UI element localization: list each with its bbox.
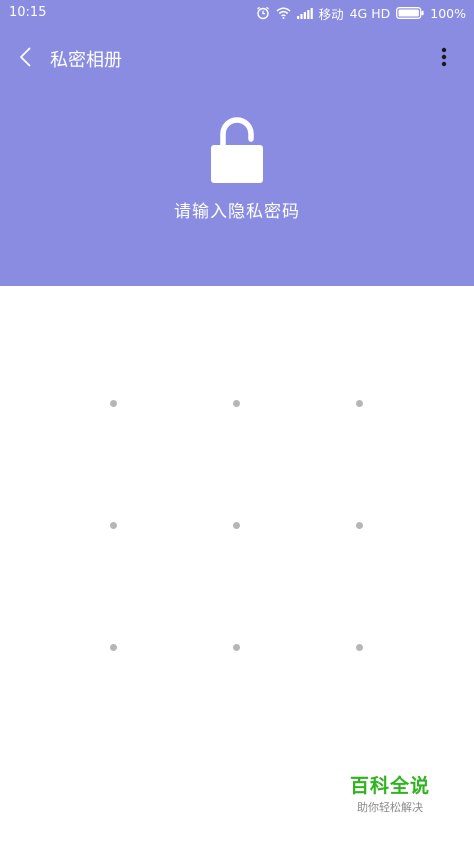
carrier-label: 移动 [318, 6, 344, 22]
pattern-dot-4[interactable] [109, 521, 117, 529]
chevron-left-icon [20, 47, 31, 67]
unlocked-padlock-icon [211, 117, 263, 187]
pattern-dot-7[interactable] [109, 643, 117, 651]
pattern-dot-3[interactable] [355, 399, 363, 407]
more-vertical-icon [441, 47, 447, 67]
pattern-dot-5[interactable] [232, 521, 240, 529]
pattern-dot-9[interactable] [355, 643, 363, 651]
status-icons: 移动 4G HD 100% [256, 4, 466, 22]
signal-icon [296, 7, 313, 19]
status-bar: 10:15 移动 4G HD 100% [0, 0, 474, 26]
network-label: 4G HD [349, 5, 391, 21]
header: 10:15 移动 4G HD 100% 私密相册 请输入隐私密码 [0, 0, 474, 286]
wifi-icon [276, 7, 291, 19]
watermark-subtitle: 助你轻松解决 [357, 801, 423, 814]
more-options-button[interactable] [434, 43, 454, 71]
app-bar: 私密相册 [0, 35, 474, 79]
password-prompt: 请输入隐私密码 [174, 202, 300, 222]
pattern-lock-grid[interactable] [0, 286, 474, 766]
status-time: 10:15 [9, 5, 47, 20]
pattern-dot-1[interactable] [109, 399, 117, 407]
pattern-dot-8[interactable] [232, 643, 240, 651]
watermark-title: 百科全说 [349, 775, 430, 797]
back-button[interactable] [12, 43, 38, 71]
battery-percent: 100% [430, 5, 466, 21]
battery-icon [396, 7, 424, 19]
alarm-icon [256, 6, 270, 20]
page-title: 私密相册 [50, 50, 122, 71]
watermark: 百科全说 助你轻松解决 [344, 771, 436, 815]
pattern-dot-2[interactable] [232, 399, 240, 407]
pattern-dot-6[interactable] [355, 521, 363, 529]
